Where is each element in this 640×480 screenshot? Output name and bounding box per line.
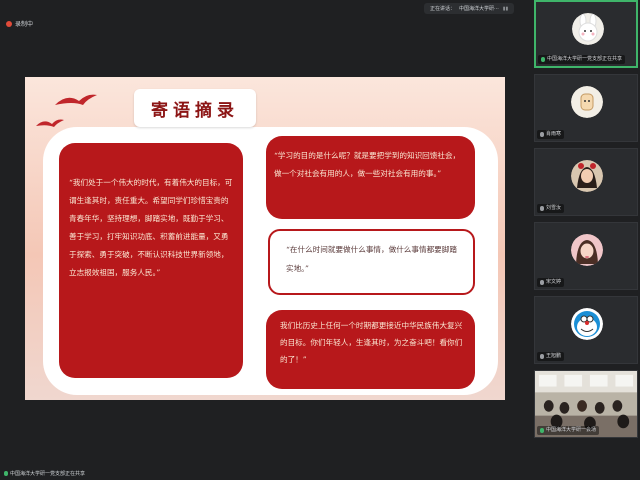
speaker-prefix: 正在讲话： (430, 6, 456, 12)
doraemon-avatar-icon (571, 308, 603, 340)
mic-on-icon (541, 57, 545, 62)
quote-card-bottom-right: 我们比历史上任何一个时期都更接近中华民族伟大复兴的目标。你们年轻人，生逢其时，为… (266, 310, 475, 389)
mic-on-icon (540, 428, 544, 433)
mic-off-icon (540, 354, 544, 359)
participant-video-tile[interactable]: 中国海洋大学研一会场 (534, 370, 638, 438)
slide-title-box: 寄语摘录 (134, 89, 256, 127)
sharing-label: 中国海洋大学研一党支部正在共享 (10, 471, 86, 477)
participant-tile[interactable]: 刘雪汝 (534, 148, 638, 216)
participant-tile[interactable]: 宋文婷 (534, 222, 638, 290)
participant-tile[interactable]: 王旭鹏 (534, 296, 638, 364)
recording-indicator: 录制中 (6, 19, 33, 28)
quote-card-top-right: “学习的目的是什么呢？就是要把学到的知识回馈社会，做一个对社会有用的人，做一些对… (266, 136, 475, 219)
participant-name-tag: 中国海洋大学研一党支部正在共享 (538, 55, 626, 64)
participant-name-tag: 中国海洋大学研一会场 (537, 426, 600, 435)
participant-name-tag: 宋文婷 (537, 278, 565, 287)
quote-text: “学习的目的是什么呢？就是要把学到的知识回馈社会，做一个对社会有用的人，做一些对… (274, 151, 461, 178)
quote-card-middle-right: “在什么时间就要做什么事情，做什么事情都要脚踏实地。” (268, 229, 475, 295)
recording-label: 录制中 (15, 21, 34, 28)
signal-icon: ▮▮ (502, 5, 509, 12)
quote-card-left: “我们处于一个伟大的时代，有着伟大的目标，可谓生逢其时，责任重大。希望同学们珍惜… (59, 143, 243, 378)
participant-name: 肖雨寒 (546, 131, 562, 137)
record-dot-icon (6, 20, 12, 27)
bird-decoration-icon (55, 94, 97, 105)
participant-name: 中国海洋大学研一党支部正在共享 (547, 56, 623, 62)
slide-title: 寄语摘录 (151, 100, 239, 121)
participant-name: 宋文婷 (546, 279, 562, 285)
participant-tile[interactable]: 中国海洋大学研一党支部正在共享 (534, 0, 638, 68)
bird-decoration-icon (36, 119, 64, 127)
participant-name: 刘雪汝 (546, 205, 562, 211)
sharing-status: 中国海洋大学研一党支部正在共享 (4, 470, 85, 477)
mic-on-icon (4, 471, 8, 476)
participant-name-tag: 肖雨寒 (537, 130, 565, 139)
quote-text: “我们处于一个伟大的时代，有着伟大的目标，可谓生逢其时，责任重大。希望同学们珍惜… (69, 178, 233, 277)
participant-tile[interactable]: 肖雨寒 (534, 74, 638, 142)
active-speaker-pill[interactable]: 正在讲话： 中国海洋大学研··· ▮▮ (424, 3, 515, 14)
cartoon-avatar-icon (571, 86, 603, 118)
participant-name-tag: 王旭鹏 (537, 352, 565, 361)
girl-photo-avatar-icon (571, 234, 603, 266)
rabbit-avatar-icon (572, 13, 604, 45)
participant-name: 中国海洋大学研一会场 (546, 427, 597, 433)
shared-screen-slide: 寄语摘录 “我们处于一个伟大的时代，有着伟大的目标，可谓生逢其时，责任重大。希望… (25, 77, 505, 400)
girl-photo-avatar-icon (571, 160, 603, 192)
participant-name-tag: 刘雪汝 (537, 204, 565, 213)
quote-text: 我们比历史上任何一个时期都更接近中华民族伟大复兴的目标。你们年轻人，生逢其时，为… (280, 321, 463, 364)
mic-off-icon (540, 132, 544, 137)
mic-off-icon (540, 206, 544, 211)
participant-name: 王旭鹏 (546, 353, 562, 359)
quote-text: “在什么时间就要做什么事情，做什么事情都要脚踏实地。” (286, 245, 457, 273)
speaker-name: 中国海洋大学研··· (459, 6, 499, 12)
mic-off-icon (540, 280, 544, 285)
participant-list: 中国海洋大学研一党支部正在共享 肖雨寒 刘雪汝 宋文婷 王旭鹏 中国海洋大学研一… (532, 0, 640, 440)
